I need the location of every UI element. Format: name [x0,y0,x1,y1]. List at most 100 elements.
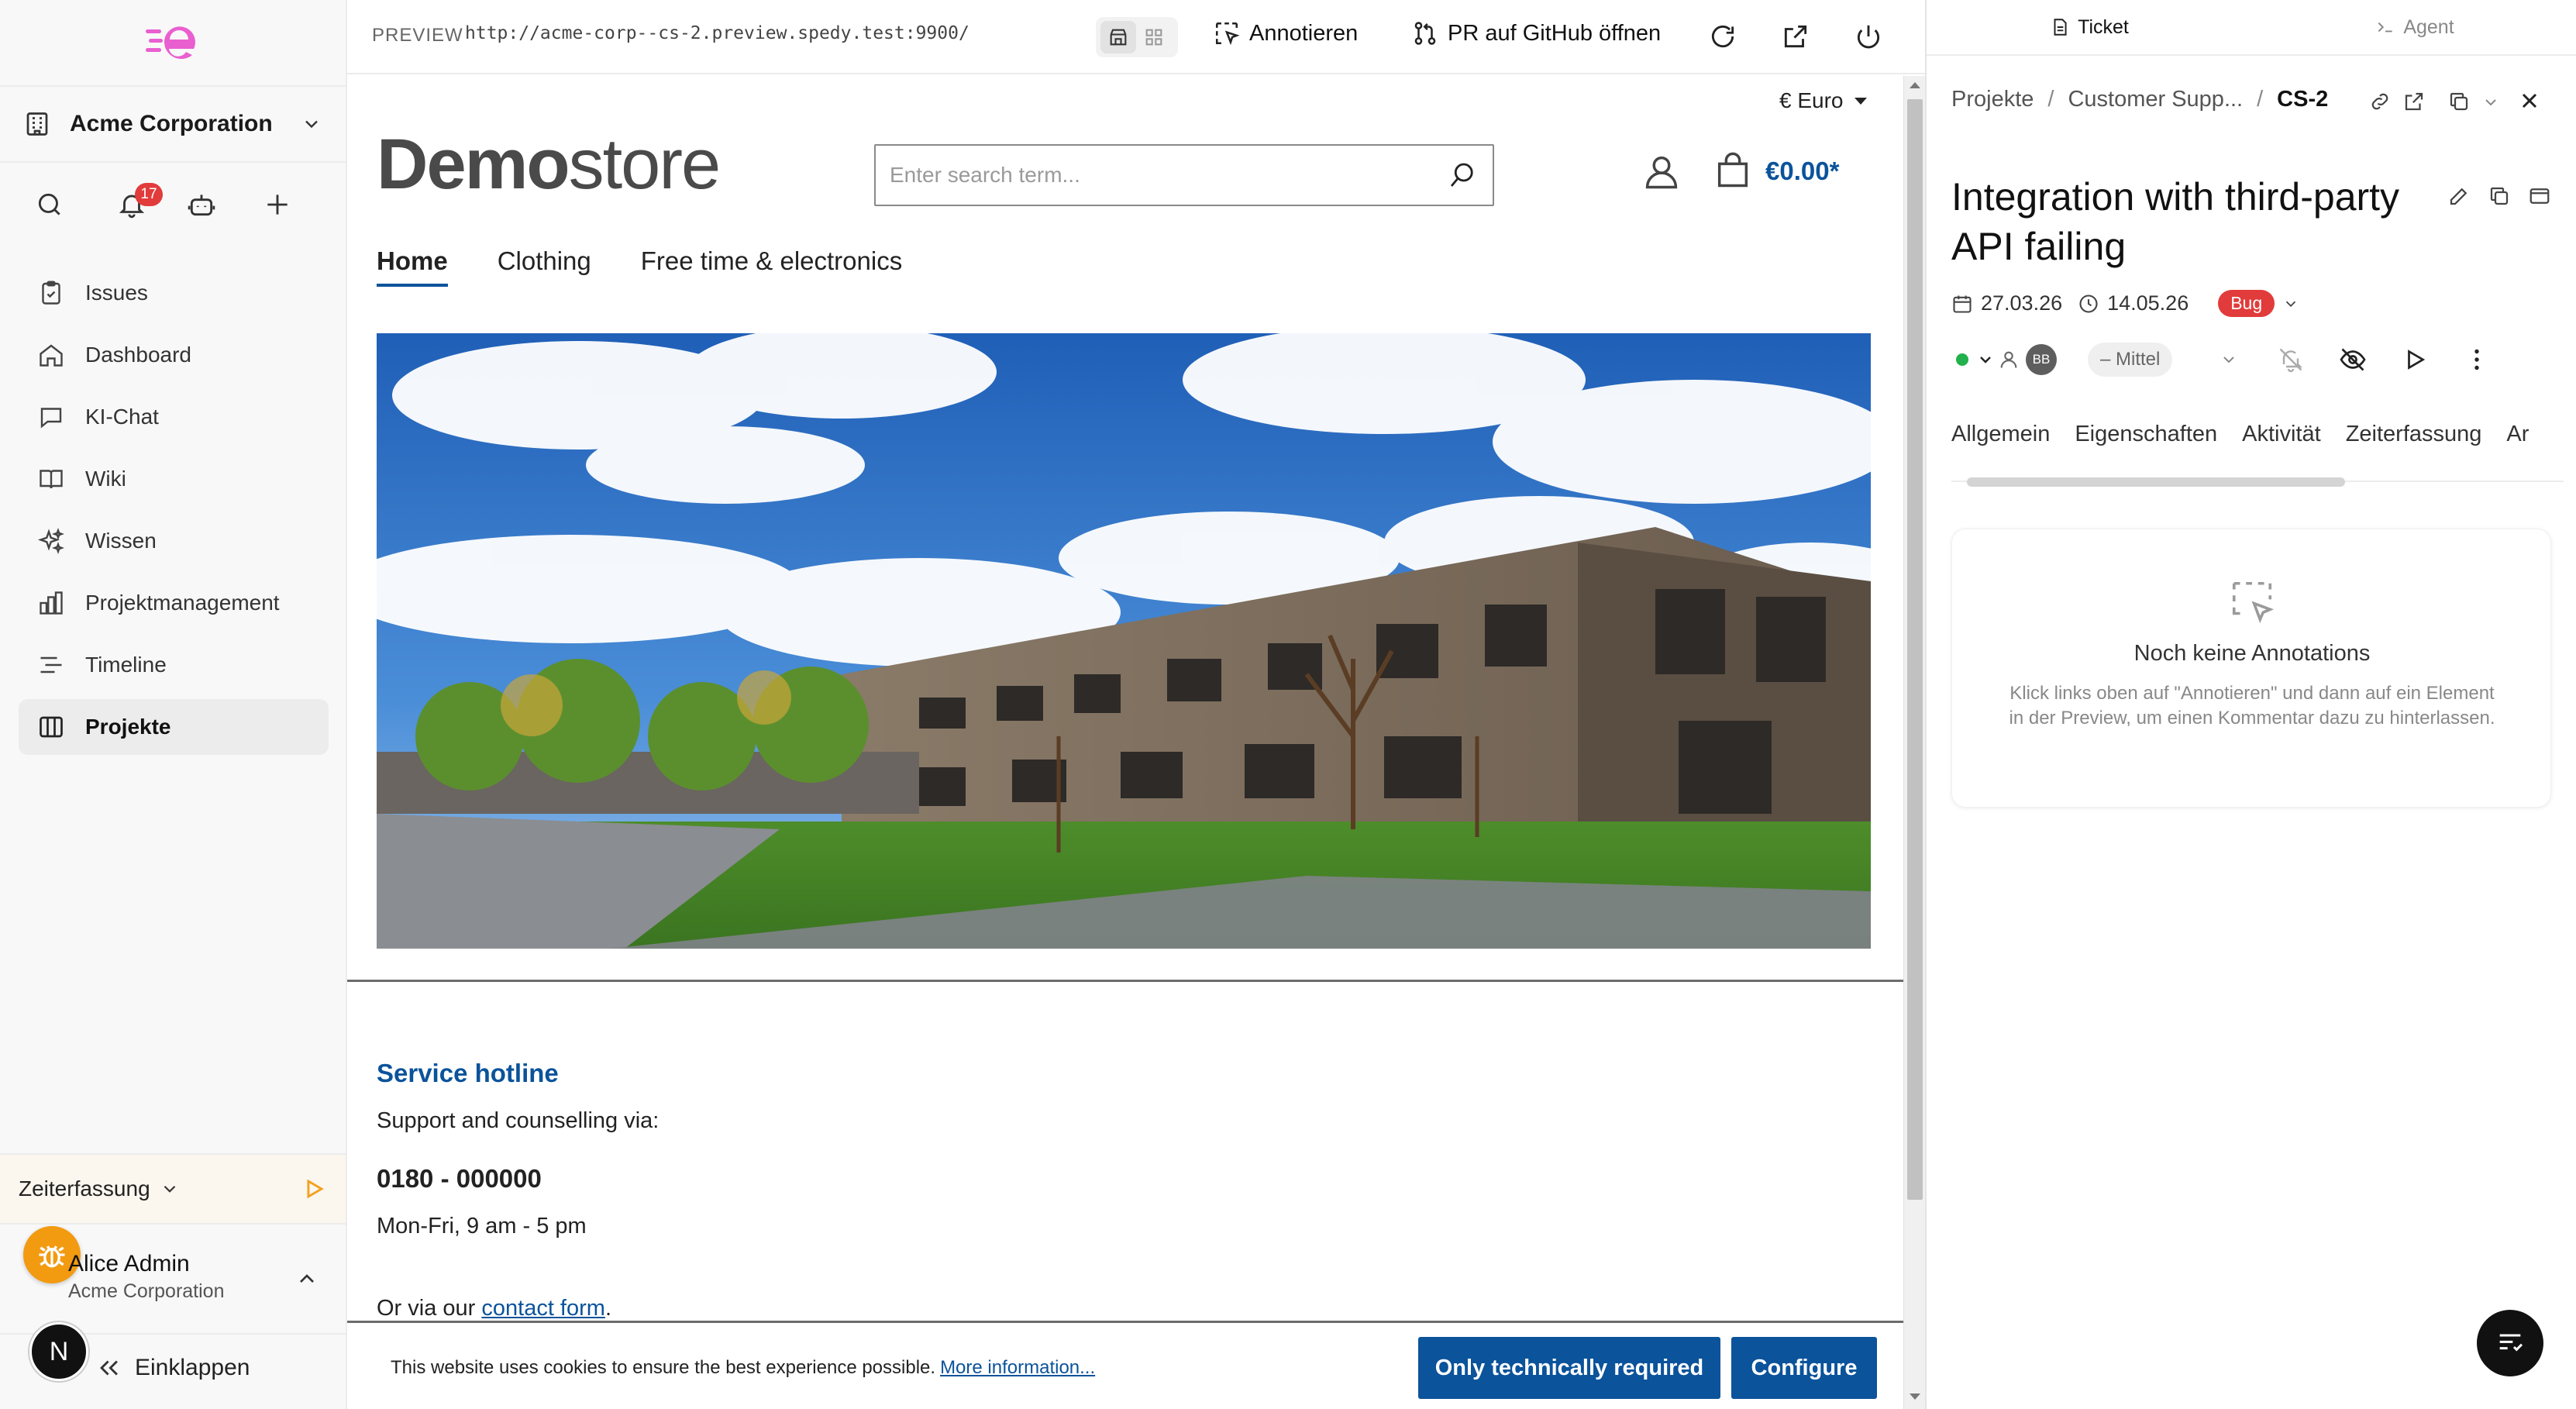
app-logo[interactable] [146,22,200,64]
contact-form-link[interactable]: contact form [481,1296,605,1321]
preview-scrollbar[interactable] [1903,76,1925,1409]
annotate-button[interactable]: Annotieren [1214,20,1358,47]
due-date[interactable]: 14.05.26 [2107,291,2189,315]
type-badge[interactable]: Bug [2218,290,2275,317]
shop-search-input[interactable] [890,163,1446,188]
status-dot[interactable] [1956,353,1968,366]
search-icon[interactable] [1446,159,1479,191]
cookie-configure-button[interactable]: Configure [1731,1337,1877,1399]
document-icon [2054,19,2067,36]
shop-nav-clothing[interactable]: Clothing [498,246,591,287]
detail-tabs-scrollbar[interactable] [1951,474,2564,490]
scrollbar-thumb[interactable] [1967,477,2345,487]
tab-zeiterfassung[interactable]: Zeiterfassung [2346,422,2482,447]
currency-select[interactable]: € Euro [1779,88,1867,113]
link-icon[interactable] [2368,90,2392,113]
assignee-avatar[interactable]: BB [2026,344,2057,375]
sparkles-icon [37,527,65,555]
search-button[interactable] [25,180,74,229]
sidebar-item-projekte[interactable]: Projekte [19,699,329,755]
sidebar-item-wissen[interactable]: Wissen [19,513,329,569]
collapse-sidebar-button[interactable]: Einklappen [96,1355,250,1381]
tab-allgemein[interactable]: Allgemein [1951,422,2050,447]
start-date[interactable]: 27.03.26 [1981,291,2062,315]
sidebar-item-label: Issues [85,281,148,305]
double-chevron-left-icon [100,1360,118,1376]
chevron-down-icon[interactable] [2282,295,2299,312]
shop-nav-free-time[interactable]: Free time & electronics [641,246,902,287]
external-link-icon[interactable] [2402,90,2426,113]
open-pr-button[interactable]: PR auf GitHub öffnen [1412,20,1661,47]
sidebar-item-dashboard[interactable]: Dashboard [19,327,329,383]
shop-nav-home[interactable]: Home [377,246,448,287]
add-button[interactable] [253,180,302,229]
priority-select[interactable]: – Mittel [2088,343,2173,377]
contact-prefix: Or via our [377,1296,482,1321]
chevron-down-icon[interactable] [1976,350,1995,369]
notifications-button[interactable]: 17 [107,180,163,229]
scroll-up-arrow[interactable] [1910,82,1920,88]
breadcrumb-projekte[interactable]: Projekte [1951,87,2034,112]
search-icon [38,193,60,215]
tab-eigenschaften[interactable]: Eigenschaften [2075,422,2217,447]
avatar[interactable]: N [29,1322,88,1381]
cart-icon[interactable] [1713,150,1753,191]
edit-icon[interactable] [2447,184,2471,208]
bot-icon [188,195,215,216]
play-icon[interactable] [2401,346,2429,374]
cookie-required-button[interactable]: Only technically required [1418,1337,1720,1399]
caret-down-icon [1854,97,1867,105]
hotline-contact: Or via our contact form. [377,1296,611,1321]
time-tracking-toggle[interactable]: Zeiterfassung [19,1176,301,1201]
sidebar-item-wiki[interactable]: Wiki [19,451,329,507]
tab-more[interactable]: Ar [2506,422,2529,447]
tab-agent[interactable]: Agent [2252,0,2576,54]
tab-aktivitaet[interactable]: Aktivität [2242,422,2321,447]
eye-off-icon[interactable] [2339,346,2367,374]
sidebar-item-ki-chat[interactable]: KI-Chat [19,389,329,445]
chevron-up-icon[interactable] [294,1266,319,1291]
ticket-meta: 27.03.26 14.05.26 Bug [1951,290,2307,317]
grid-view-button[interactable] [1136,21,1172,53]
org-switcher[interactable]: Acme Corporation [0,85,346,163]
timeline-icon [40,656,62,673]
more-vertical-icon[interactable] [2463,346,2491,374]
breadcrumb-project[interactable]: Customer Supp... [2068,87,2243,112]
cookie-more-info-link[interactable]: More information... [940,1357,1095,1378]
bell-off-icon[interactable] [2277,346,2305,374]
reload-icon[interactable] [1708,22,1737,51]
panel-menu-button[interactable] [2477,1310,2543,1376]
storefront-view-button[interactable] [1100,21,1136,53]
power-icon[interactable] [1854,22,1883,51]
scrollbar-thumb[interactable] [1907,99,1923,1200]
close-icon[interactable] [2517,88,2542,113]
preview-label: PREVIEW [372,25,463,46]
select-cursor-icon [2232,581,2275,624]
time-tracking-label: Zeiterfassung [19,1176,150,1201]
copy-icon[interactable] [2488,184,2511,208]
play-icon[interactable] [301,1176,327,1202]
preview-url[interactable]: http://acme-corp--cs-2.preview.spedy.tes… [465,23,969,43]
shop-logo[interactable]: Demostore [377,129,721,200]
external-link-icon[interactable] [1781,22,1810,51]
tab-ticket[interactable]: Ticket [1927,0,2252,54]
scroll-down-arrow[interactable] [1910,1393,1920,1400]
hero-image [377,333,1871,949]
time-tracking-widget[interactable]: Zeiterfassung [0,1153,346,1225]
cart-total[interactable]: €0.00* [1765,157,1839,186]
user-org: Acme Corporation [68,1280,225,1302]
window-icon[interactable] [2528,184,2551,208]
ticket-title[interactable]: Integration with third-party API failing [1951,172,2432,271]
org-name: Acme Corporation [70,111,273,136]
bug-icon [39,1245,65,1268]
annotations-empty-state: Noch keine Annotations Klick links oben … [1951,529,2551,808]
copy-icon[interactable] [2447,90,2471,113]
sidebar-item-projektmanagement[interactable]: Projektmanagement [19,575,329,631]
sidebar-item-issues[interactable]: Issues [19,265,329,321]
account-icon[interactable] [1641,152,1682,192]
chevron-down-icon[interactable] [2481,93,2500,112]
annotate-icon [1215,22,1240,46]
bot-button[interactable] [177,180,226,229]
chevron-down-icon[interactable] [2220,350,2238,369]
sidebar-item-timeline[interactable]: Timeline [19,637,329,693]
